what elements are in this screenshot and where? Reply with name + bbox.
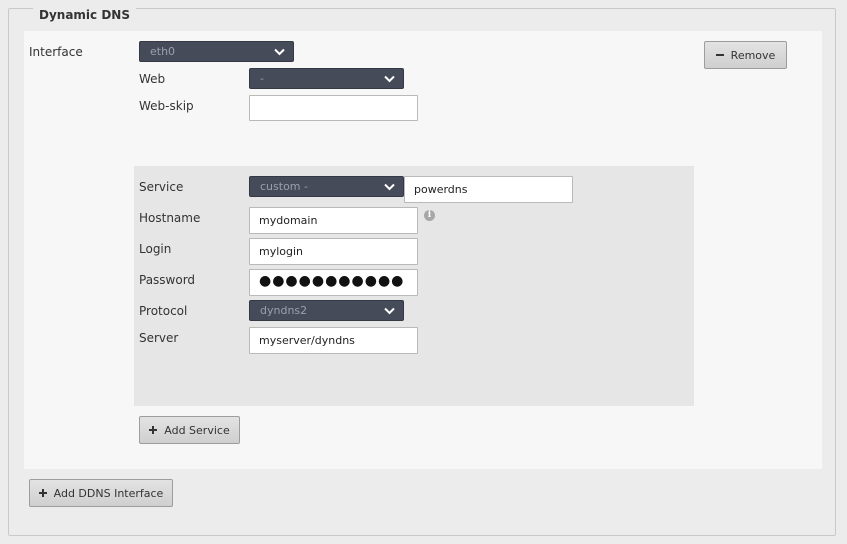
section-title: Dynamic DNS — [33, 8, 136, 22]
hostname-input[interactable]: mydomain — [249, 207, 418, 234]
service-select[interactable]: custom - — [249, 176, 404, 197]
service-select-value: custom - — [260, 180, 308, 193]
interface-select[interactable]: eth0 — [139, 41, 294, 62]
chevron-down-icon — [274, 48, 285, 56]
add-ddns-interface-button-label: Add DDNS Interface — [53, 486, 164, 500]
password-input[interactable]: ●●●●●●●●●●● — [249, 269, 418, 296]
chevron-down-icon — [384, 75, 395, 83]
remove-button[interactable]: Remove — [704, 41, 787, 69]
web-select[interactable]: - — [249, 68, 404, 89]
add-service-button[interactable]: Add Service — [139, 416, 240, 444]
chevron-down-icon — [384, 307, 395, 315]
web-skip-input[interactable] — [249, 95, 418, 121]
interface-label: Interface — [29, 45, 83, 59]
password-label: Password — [139, 273, 196, 287]
service-label: Service — [139, 180, 184, 194]
web-label: Web — [139, 72, 166, 86]
chevron-down-icon — [384, 183, 395, 191]
web-skip-label: Web-skip — [139, 99, 194, 113]
login-label: Login — [139, 242, 172, 256]
login-input[interactable]: mylogin — [249, 238, 418, 265]
hostname-label: Hostname — [139, 211, 201, 225]
web-select-value: - — [260, 72, 264, 85]
custom-service-input[interactable]: powerdns — [404, 176, 573, 203]
protocol-label: Protocol — [139, 304, 188, 318]
server-input[interactable]: myserver/dyndns — [249, 327, 418, 354]
add-service-button-label: Add Service — [164, 423, 230, 437]
plus-icon — [149, 426, 158, 434]
server-label: Server — [139, 331, 179, 345]
protocol-select[interactable]: dyndns2 — [249, 300, 404, 321]
protocol-select-value: dyndns2 — [260, 304, 308, 317]
plus-icon — [38, 489, 47, 497]
info-icon[interactable]: i — [424, 210, 435, 221]
minus-icon — [715, 54, 724, 56]
remove-button-label: Remove — [730, 48, 776, 62]
interface-select-value: eth0 — [150, 45, 176, 58]
add-ddns-interface-button[interactable]: Add DDNS Interface — [29, 479, 173, 507]
